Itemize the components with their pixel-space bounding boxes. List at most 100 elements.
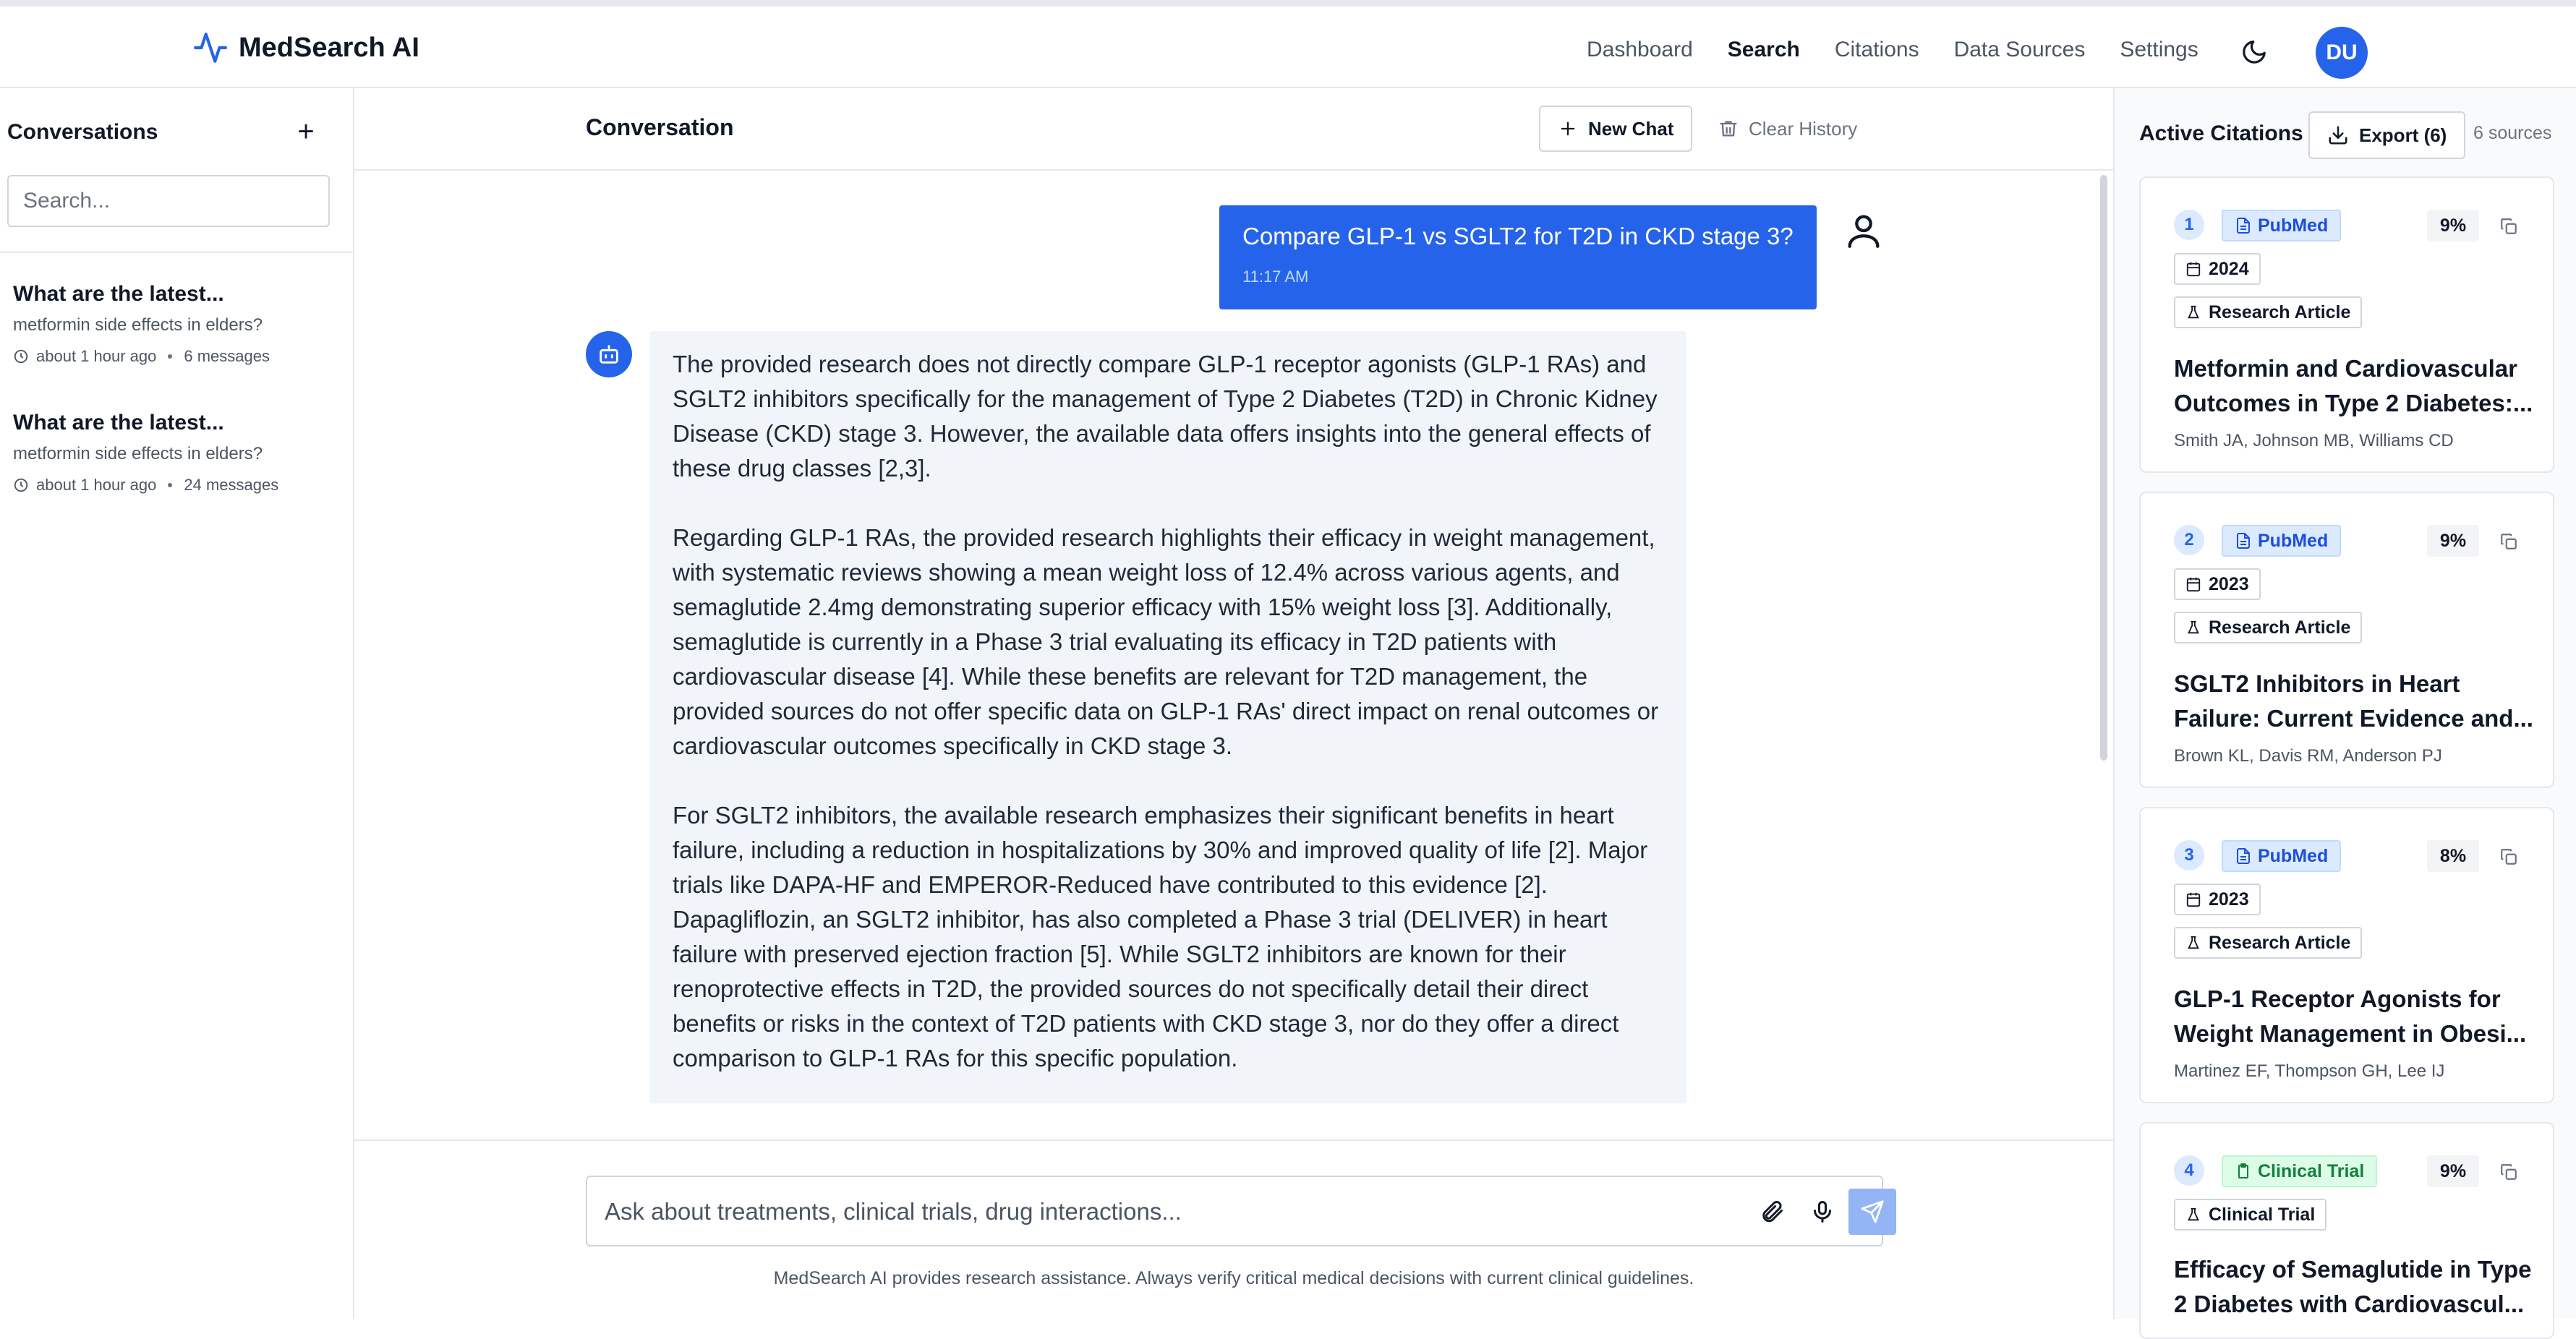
document-icon <box>2237 533 2250 549</box>
plus-icon <box>1561 121 1575 136</box>
assistant-message: The provided research does not directly … <box>649 331 1686 1103</box>
brand[interactable]: MedSearch AI <box>192 30 419 66</box>
citation-title-line: Outcomes in Type 2 Diabetes:... <box>2174 390 2533 416</box>
user-message-text: Compare GLP-1 vs SGLT2 for T2D in CKD st… <box>1242 223 1794 249</box>
top-navbar: MedSearch AI Dashboard Search Citations … <box>0 0 2576 88</box>
microphone-icon[interactable] <box>1809 1199 1835 1225</box>
new-chat-button[interactable]: New Chat <box>1539 106 1693 152</box>
type-badge: Clinical Trial <box>2174 1199 2327 1231</box>
conversation-meta: about 1 hour ago 6 messages <box>13 347 338 366</box>
clock-icon <box>14 349 28 364</box>
copy-icon[interactable] <box>2499 847 2518 866</box>
citation-title[interactable]: Efficacy of Semaglutide in Type 2 Diabet… <box>2174 1252 2536 1322</box>
relevance-score: 9% <box>2427 1155 2479 1187</box>
messages-scrollbar[interactable] <box>2100 175 2107 761</box>
conversation-title: What are the latest... <box>13 282 224 306</box>
clear-history-button[interactable]: Clear History <box>1718 106 1857 152</box>
type-badge: Research Article <box>2174 927 2363 959</box>
citation-number: 3 <box>2174 840 2204 870</box>
user-message-time: 11:17 AM <box>1242 268 1309 286</box>
type-label: Research Article <box>2209 301 2351 322</box>
citation-card[interactable]: 2 PubMed 9% 2023 Research Article SGLT2 … <box>2139 492 2554 788</box>
citations-panel: Active Citations Export (6) 6 sources 1 … <box>2113 88 2576 1339</box>
user-message: Compare GLP-1 vs SGLT2 for T2D in CKD st… <box>1219 205 1817 309</box>
source-badge: PubMed <box>2222 840 2342 872</box>
relevance-score: 9% <box>2427 525 2479 557</box>
citation-title-line: Weight Management in Obesi... <box>2174 1020 2527 1047</box>
trash-icon <box>1720 121 1737 137</box>
document-icon <box>2237 218 2250 234</box>
year-label: 2023 <box>2209 889 2249 910</box>
citation-title-line: Efficacy of Semaglutide in Type <box>2174 1256 2532 1283</box>
citation-title-line: GLP-1 Receptor Agonists for <box>2174 985 2501 1012</box>
export-label: Export (6) <box>2359 124 2447 146</box>
new-chat-label: New Chat <box>1588 117 1674 140</box>
relevance-score: 8% <box>2427 840 2479 872</box>
conversation-header: Conversation New Chat Clear History <box>354 88 2113 171</box>
conversation-panel: Conversation New Chat Clear History Comp… <box>354 88 2113 1319</box>
year-label: 2023 <box>2209 573 2249 594</box>
brand-name: MedSearch AI <box>239 32 419 63</box>
pulse-logo-icon <box>194 33 227 63</box>
citation-title[interactable]: SGLT2 Inhibitors in Heart Failure: Curre… <box>2174 667 2536 736</box>
calendar-icon <box>2186 892 2201 907</box>
paperclip-icon[interactable] <box>1759 1199 1785 1225</box>
citation-authors: Smith JA, Johnson MB, Williams CD <box>2174 431 2454 450</box>
composer-area: MedSearch AI provides research assistanc… <box>354 1139 2113 1319</box>
nav-settings[interactable]: Settings <box>2120 38 2198 62</box>
year-badge: 2023 <box>2174 568 2261 600</box>
assistant-avatar <box>586 331 632 377</box>
copy-icon[interactable] <box>2499 1163 2518 1181</box>
citation-card[interactable]: 1 PubMed 9% 2024 Research Article Metfor… <box>2139 176 2554 473</box>
type-label: Research Article <box>2209 617 2351 638</box>
conversation-count: 6 messages <box>184 347 270 365</box>
conversation-time: about 1 hour ago <box>36 476 157 494</box>
separator-dot <box>168 354 173 359</box>
source-badge: PubMed <box>2222 525 2342 557</box>
citation-title[interactable]: Metformin and Cardiovascular Outcomes in… <box>2174 351 2536 421</box>
conversation-item[interactable]: What are the latest... metformin side ef… <box>13 411 338 495</box>
nav-data-sources[interactable]: Data Sources <box>1954 38 2086 62</box>
nav-citations[interactable]: Citations <box>1835 38 1919 62</box>
citation-card[interactable]: 3 PubMed 8% 2023 Research Article GLP-1 … <box>2139 807 2554 1103</box>
citation-authors: Martinez EF, Thompson GH, Lee IJ <box>2174 1061 2445 1081</box>
relevance-score: 9% <box>2427 210 2479 241</box>
clipboard-icon <box>2238 1163 2248 1178</box>
source-label: PubMed <box>2258 215 2329 236</box>
flask-icon <box>2188 1207 2199 1221</box>
assistant-paragraph: For SGLT2 inhibitors, the available rese… <box>673 802 1648 1071</box>
download-icon <box>2329 126 2347 145</box>
user-avatar[interactable]: DU <box>2316 27 2368 79</box>
citation-title-line: Metformin and Cardiovascular <box>2174 355 2517 382</box>
type-label: Research Article <box>2209 932 2351 953</box>
separator-dot <box>168 483 173 487</box>
source-label: PubMed <box>2258 845 2329 866</box>
year-badge: 2024 <box>2174 253 2261 285</box>
divider <box>0 252 353 253</box>
flask-icon <box>2188 936 2199 949</box>
send-icon <box>1861 1200 1884 1223</box>
citation-title-line: Failure: Current Evidence and... <box>2174 705 2533 732</box>
nav-dashboard[interactable]: Dashboard <box>1587 38 1693 62</box>
disclaimer-text: MedSearch AI provides research assistanc… <box>773 1268 1694 1288</box>
citation-title[interactable]: GLP-1 Receptor Agonists for Weight Manag… <box>2174 982 2536 1051</box>
conversation-meta: about 1 hour ago 24 messages <box>13 476 338 495</box>
year-label: 2024 <box>2209 258 2249 279</box>
sources-count: 6 sources <box>2473 123 2552 143</box>
moon-icon[interactable] <box>2240 38 2268 66</box>
citation-number: 2 <box>2174 525 2204 555</box>
export-button[interactable]: Export (6) <box>2308 111 2466 159</box>
user-icon <box>1848 215 1880 248</box>
conversation-title: What are the latest... <box>13 411 224 435</box>
message-input[interactable] <box>605 1192 1689 1232</box>
conversation-item[interactable]: What are the latest... metformin side ef… <box>13 282 338 366</box>
citation-card[interactable]: 4 Clinical Trial 9% Clinical Trial Effic… <box>2139 1122 2554 1339</box>
citation-number: 1 <box>2174 210 2204 240</box>
copy-icon[interactable] <box>2499 217 2518 236</box>
conversation-search-input[interactable] <box>7 175 330 227</box>
year-badge: 2023 <box>2174 884 2261 915</box>
send-button[interactable] <box>1848 1189 1896 1235</box>
nav-search[interactable]: Search <box>1728 38 1800 62</box>
add-conversation-button[interactable]: + <box>291 117 321 147</box>
copy-icon[interactable] <box>2499 532 2518 551</box>
